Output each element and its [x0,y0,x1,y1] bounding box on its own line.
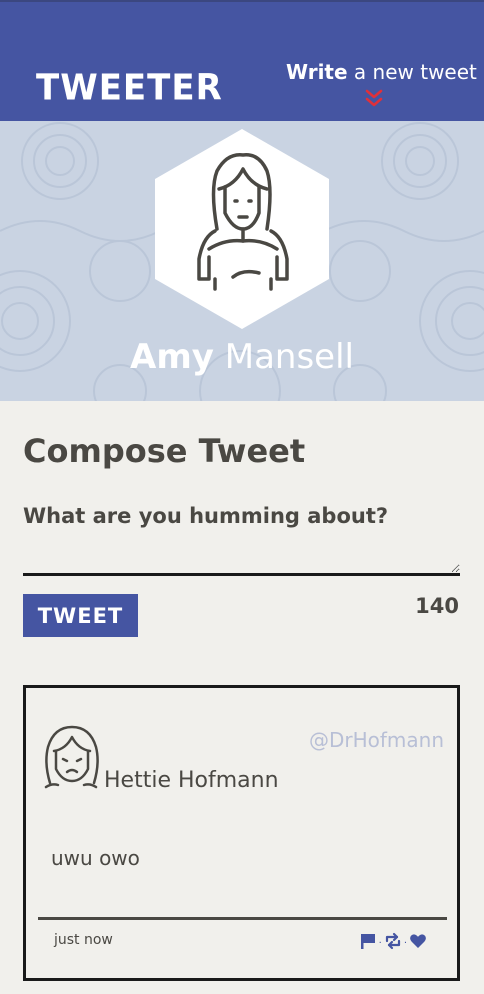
tweet-button[interactable]: TWEET [23,594,138,637]
write-link-rest: a new tweet [347,60,477,84]
tweet-text: uwu owo [51,846,140,870]
tweet-timestamp: just now [54,932,113,948]
tweet-actions: . . [359,932,427,950]
retweet-icon[interactable] [384,932,402,950]
tweet-handle[interactable]: @DrHofmann [309,728,444,752]
character-count: 140 [415,594,459,618]
profile-first-name: Amy [130,337,214,377]
compose-title: Compose Tweet [23,432,306,470]
profile-name: Amy Mansell [0,337,484,377]
profile-avatar [155,129,329,329]
heart-icon[interactable] [409,932,427,950]
woman-avatar-icon [44,725,99,789]
app-header: TWEETER Write a new tweet [0,0,484,121]
tweet-input[interactable] [23,538,460,576]
profile-banner: Amy Mansell [0,121,484,401]
write-link-strong: Write [286,60,348,84]
tweet-author[interactable]: Hettie Hofmann [104,768,279,793]
tweet-divider [38,917,447,920]
profile-last-name: Mansell [213,337,354,377]
app-logo: TWEETER [36,67,223,109]
compose-label: What are you humming about? [23,504,389,528]
action-separator: . [403,935,407,946]
action-separator: . [378,935,382,946]
double-chevron-down-icon[interactable] [364,88,384,110]
tweet-card: Hettie Hofmann @DrHofmann uwu owo just n… [23,685,460,981]
flag-icon[interactable] [359,932,377,950]
write-new-tweet-link[interactable]: Write a new tweet [286,60,477,84]
